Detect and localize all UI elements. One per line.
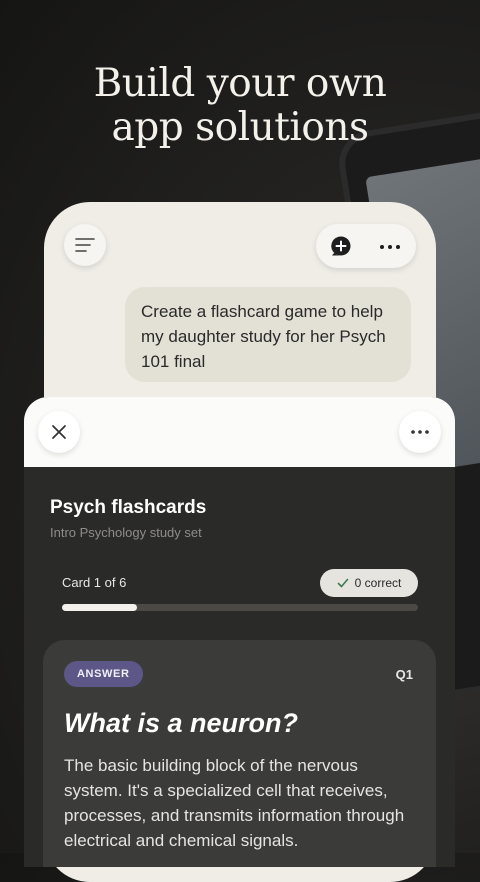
new-chat-icon — [331, 236, 351, 256]
user-message-bubble: Create a flashcard game to help my daugh… — [125, 287, 411, 382]
more-options-button[interactable] — [378, 240, 402, 252]
correct-count-badge: 0 correct — [320, 569, 418, 597]
question-number: Q1 — [395, 667, 413, 682]
flashcard-question: What is a neuron? — [64, 708, 299, 738]
headline: Build your own app solutions — [0, 62, 480, 150]
top-action-pill — [316, 224, 416, 268]
check-icon — [337, 578, 348, 588]
menu-button[interactable] — [64, 224, 106, 266]
close-icon — [52, 425, 66, 439]
answer-tag: ANSWER — [64, 661, 143, 687]
progress-bar — [62, 604, 418, 611]
card-counter: Card 1 of 6 — [62, 575, 127, 590]
flashcard[interactable]: ANSWER Q1 What is a neuron? The basic bu… — [43, 640, 436, 867]
flashcards-subtitle: Intro Psychology study set — [50, 525, 202, 540]
more-horizontal-icon — [411, 430, 429, 434]
headline-line-1: Build your own — [93, 61, 387, 106]
flashcard-answer: The basic building block of the nervous … — [64, 756, 405, 850]
flashcards-title: Psych flashcards — [50, 497, 207, 518]
progress-fill — [62, 604, 137, 611]
correct-count-label: 0 correct — [354, 576, 402, 590]
close-button[interactable] — [38, 411, 80, 453]
menu-icon — [75, 238, 95, 252]
artifact-sheet: Psych flashcards Intro Psychology study … — [24, 397, 455, 867]
more-horizontal-icon — [380, 245, 400, 249]
headline-line-2: app solutions — [111, 105, 369, 150]
sheet-more-button[interactable] — [399, 411, 441, 453]
sheet-header — [24, 397, 455, 467]
new-chat-button[interactable] — [330, 235, 352, 257]
